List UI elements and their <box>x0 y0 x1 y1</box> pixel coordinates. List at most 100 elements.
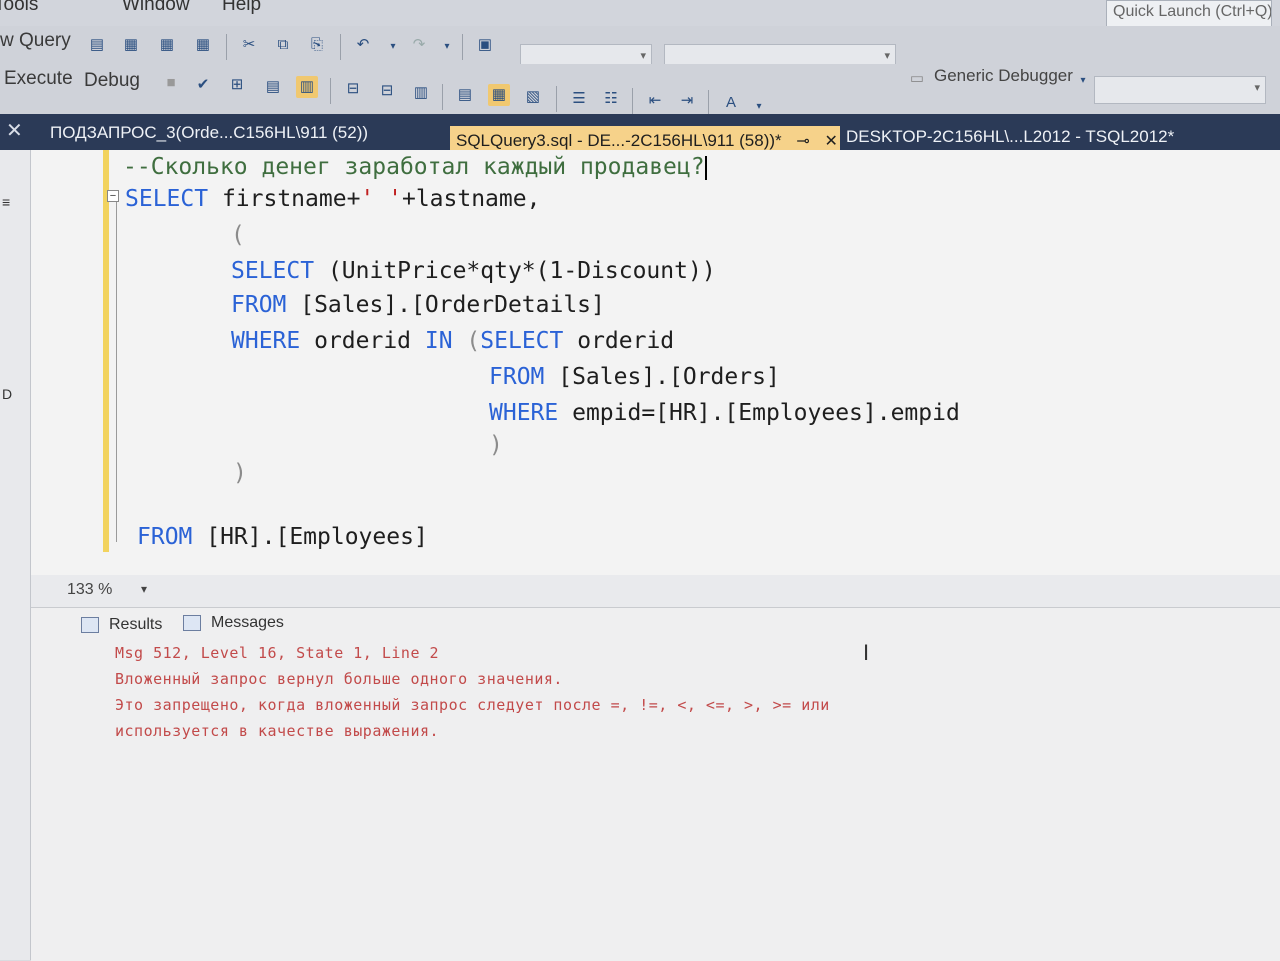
keyword: IN <box>424 328 453 354</box>
toolbar-separator <box>556 86 557 112</box>
menu-item-tools[interactable]: Tools <box>0 0 38 16</box>
redo-icon[interactable]: ↷ <box>408 34 430 56</box>
tab-label: DESKTOP-2C156HL\...L2012 - TSQL2012* <box>846 127 1175 146</box>
query-editor[interactable]: − --Сколько денег заработал каждый прода… <box>31 150 1280 575</box>
results-to-text-icon[interactable]: ▤ <box>454 84 476 106</box>
toolbar-separator <box>442 84 443 110</box>
stop-icon[interactable]: ■ <box>160 72 182 94</box>
code-line-paren-close[interactable]: ) <box>233 460 247 486</box>
text-cursor <box>704 155 707 180</box>
sql-editor-toolbar: Execute Debug ■ ✔ ⊞ ▤ ▥ ⊟ ⊟ ▥ ▤ ▦ ▧ ☰ ☷ … <box>0 64 1280 116</box>
tab-messages[interactable]: Messages <box>183 614 284 632</box>
messages-icon <box>183 614 201 631</box>
editor-zoom-bar: 133 % ▾ <box>31 575 1280 607</box>
tab-label: SQLQuery3.sql - DE...-2C156HL\911 (58))* <box>456 131 782 150</box>
close-icon[interactable]: ✕ <box>825 133 838 150</box>
pane-toggle-icon[interactable]: ≡ <box>2 194 10 210</box>
text-cursor-icon: I <box>863 640 870 665</box>
code-line-where-empid[interactable]: WHERE empid=[HR].[Employees].empid <box>489 400 960 426</box>
intellisense-icon[interactable]: ▥ <box>296 76 318 98</box>
include-plan-icon[interactable]: ⊟ <box>342 78 364 100</box>
file-icon[interactable]: ▤ <box>86 34 108 56</box>
error-message-line: используется в качестве выражения. <box>115 722 440 740</box>
keyword: WHERE <box>231 328 301 354</box>
tab-label: Messages <box>211 614 284 631</box>
code-text: (UnitPrice*qty*(1-Discount)) <box>314 258 716 284</box>
chevron-down-icon: ▾ <box>640 50 646 62</box>
code-line-paren-open[interactable]: ( <box>231 222 245 248</box>
debugger-combo[interactable]: Generic Debugger <box>934 66 1073 86</box>
pane-label: D <box>2 386 13 402</box>
specify-values-icon[interactable]: A <box>720 92 742 114</box>
query-options-icon[interactable]: ▤ <box>262 76 284 98</box>
results-to-file-icon[interactable]: ▧ <box>522 86 544 108</box>
toolbar-separator <box>708 90 709 116</box>
tab-label: ПОДЗАПРОС_3(Orde...C156HL\911 (52)) <box>50 123 369 142</box>
code-line-where-in[interactable]: WHERE orderid IN (SELECT orderid <box>231 328 674 354</box>
activity-monitor-icon[interactable]: ▣ <box>474 34 496 56</box>
toolbar-separator <box>340 34 341 60</box>
cut-icon[interactable]: ✂ <box>238 34 260 56</box>
xmla-query-icon[interactable]: ▦ <box>192 34 214 56</box>
decrease-indent-icon[interactable]: ⇤ <box>644 90 666 112</box>
tab-label: Results <box>109 616 163 633</box>
uncomment-lines-icon[interactable]: ☷ <box>600 88 622 110</box>
undo-icon[interactable]: ↶ <box>352 34 374 56</box>
live-statistics-icon[interactable]: ▥ <box>410 82 432 104</box>
client-statistics-icon[interactable]: ⊟ <box>376 80 398 102</box>
keyword: SELECT <box>480 328 564 354</box>
debug-button[interactable]: Debug <box>84 70 140 92</box>
comment-text: --Сколько денег заработал каждый продаве… <box>123 154 705 180</box>
parse-checkmark-icon[interactable]: ✔ <box>192 74 214 96</box>
paste-icon[interactable]: ⎘ <box>306 34 328 56</box>
menu-item-help[interactable]: Help <box>222 0 261 16</box>
debugger-icon: ▭ <box>909 70 925 87</box>
code-text: orderid <box>300 328 425 354</box>
code-line-from-orders[interactable]: FROM [Sales].[Orders] <box>489 364 780 390</box>
display-plan-icon[interactable]: ⊞ <box>226 74 248 96</box>
keyword: SELECT <box>231 258 315 284</box>
code-text: +lastname, <box>401 186 541 212</box>
tab-subquery[interactable]: ПОДЗАПРОС_3(Orde...C156HL\911 (52)) <box>44 118 444 150</box>
toolbar-separator <box>462 34 463 60</box>
code-line-inner-select[interactable]: SELECT (UnitPrice*qty*(1-Discount)) <box>231 258 716 284</box>
change-margin <box>103 150 109 552</box>
analysis-query-icon[interactable]: ▦ <box>156 34 178 56</box>
code-text: empid=[HR].[Employees].empid <box>558 400 960 426</box>
code-line-select[interactable]: SELECT firstname+' '+lastname, <box>125 186 540 212</box>
code-text: [Sales].[Orders] <box>544 364 780 390</box>
quick-launch-input[interactable]: Quick Launch (Ctrl+Q) <box>1106 0 1272 28</box>
close-icon[interactable]: ✕ <box>6 118 23 143</box>
code-text: [HR].[Employees] <box>192 524 428 550</box>
keyword: FROM <box>231 292 287 318</box>
new-query-button[interactable]: w Query <box>0 30 71 52</box>
code-line-from-orderdetails[interactable]: FROM [Sales].[OrderDetails] <box>231 292 605 318</box>
undo-dropdown-icon[interactable]: ▾ <box>382 36 404 58</box>
code-line-paren-close-inner[interactable]: ) <box>489 432 503 458</box>
code-text: firstname+ <box>208 186 361 212</box>
keyword: SELECT <box>125 186 209 212</box>
results-to-grid-icon[interactable]: ▦ <box>488 84 510 106</box>
chevron-down-icon[interactable]: ▾ <box>141 582 147 596</box>
code-line-comment[interactable]: --Сколько денег заработал каждый продаве… <box>123 154 707 180</box>
database-query-icon[interactable]: ▦ <box>120 34 142 56</box>
menu-bar: Tools Window Help Quick Launch (Ctrl+Q) <box>0 0 1280 28</box>
target-combo[interactable]: ▾ <box>1094 76 1266 104</box>
code-text: orderid <box>563 328 675 354</box>
grid-icon <box>81 616 99 633</box>
keyword: WHERE <box>489 400 559 426</box>
pin-icon[interactable]: ⊸ <box>796 133 809 150</box>
redo-dropdown-icon[interactable]: ▾ <box>436 36 458 58</box>
copy-icon[interactable]: ⧉ <box>272 34 294 56</box>
code-line-from-employees[interactable]: FROM [HR].[Employees] <box>137 524 428 550</box>
collapse-icon[interactable]: − <box>107 190 119 202</box>
code-text: ( <box>452 328 481 354</box>
increase-indent-icon[interactable]: ⇥ <box>676 90 698 112</box>
tab-results[interactable]: Results <box>81 616 162 634</box>
zoom-level[interactable]: 133 % <box>67 581 112 599</box>
comment-lines-icon[interactable]: ☰ <box>568 88 590 110</box>
chevron-down-icon[interactable]: ▾ <box>1072 70 1094 92</box>
menu-item-window[interactable]: Window <box>122 0 190 16</box>
toolbar-separator <box>632 88 633 114</box>
execute-button[interactable]: Execute <box>4 68 73 90</box>
